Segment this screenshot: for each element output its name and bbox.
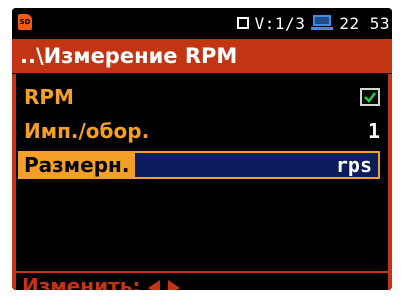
status-right: V:1/3 22 53: [236, 11, 390, 35]
square-icon: [236, 17, 249, 29]
setting-label: RPM: [24, 85, 74, 109]
settings-list: RPM Имп./обор. 1 Размерн. rps: [12, 74, 392, 274]
setting-label: Имп./обор.: [24, 119, 150, 143]
setting-row-units[interactable]: Размерн. rps: [18, 150, 380, 180]
setting-row-pulses[interactable]: Имп./обор. 1: [24, 116, 380, 146]
footer-label: Изменить:: [22, 274, 141, 290]
footer-hint: Изменить:: [12, 274, 392, 290]
clock-time: 22 53: [339, 13, 390, 33]
pc-connection-icon: [311, 15, 334, 31]
measure-label: V:1/3: [254, 13, 306, 33]
status-bar: SD V:1/3 22 53: [12, 8, 392, 38]
left-arrow-icon: [148, 280, 161, 290]
device-frame: SD V:1/3 22 53 ..\Измерение RPM RPM Имп.…: [0, 0, 401, 298]
right-arrow-icon: [168, 280, 181, 290]
rpm-checkbox[interactable]: [360, 88, 380, 106]
page-title: ..\Измерение RPM: [12, 39, 392, 73]
sd-card-icon: SD: [18, 14, 32, 30]
units-value-field[interactable]: rps: [135, 151, 380, 179]
footer-divider: [16, 271, 388, 273]
setting-row-rpm[interactable]: RPM: [24, 82, 380, 112]
display-screen: SD V:1/3 22 53 ..\Измерение RPM RPM Имп.…: [12, 8, 392, 290]
setting-label: Размерн.: [18, 151, 136, 179]
setting-value: 1: [367, 119, 380, 143]
